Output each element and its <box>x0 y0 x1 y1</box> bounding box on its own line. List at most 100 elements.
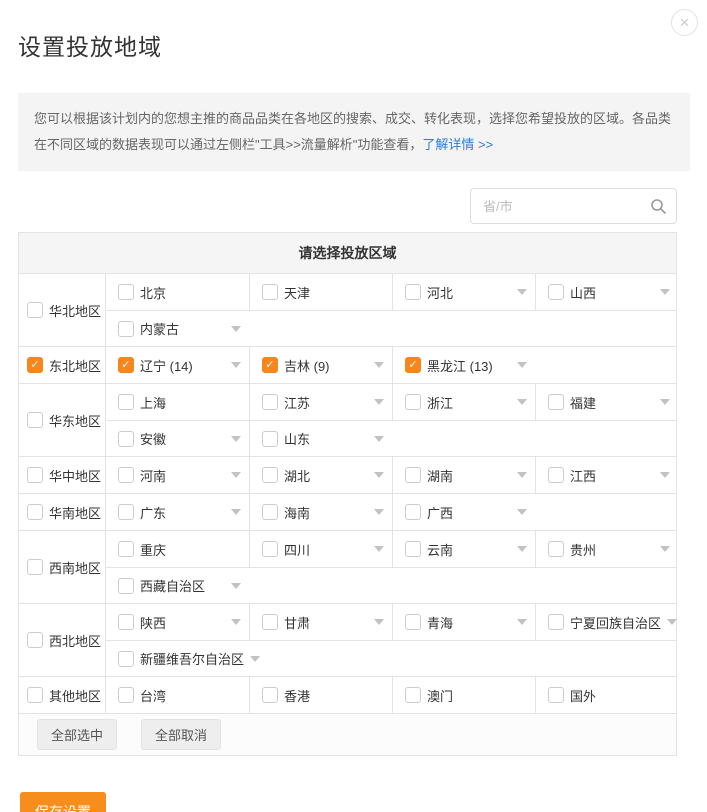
chevron-down-icon[interactable] <box>374 619 384 625</box>
province-checkbox[interactable]: ✓ <box>405 467 421 483</box>
province-cell: ✓ 广西 <box>392 494 535 530</box>
province-checkbox[interactable]: ✓ <box>262 504 278 520</box>
province-checkbox[interactable]: ✓ <box>118 687 134 703</box>
region-lines: ✓广东✓海南✓广西 <box>106 494 676 530</box>
province-checkbox[interactable]: ✓ <box>548 394 564 410</box>
province-checkbox[interactable]: ✓ <box>405 541 421 557</box>
chevron-down-icon[interactable] <box>374 436 384 442</box>
table-row: ✓东北地区✓辽宁 (14)✓吉林 (9)✓黑龙江 (13) <box>19 346 676 383</box>
province-label: 广西 <box>427 503 453 522</box>
province-checkbox[interactable]: ✓ <box>548 467 564 483</box>
chevron-down-icon[interactable] <box>660 289 670 295</box>
province-label: 湖北 <box>284 466 310 485</box>
province-checkbox[interactable]: ✓ <box>262 614 278 630</box>
chevron-down-icon[interactable] <box>517 619 527 625</box>
province-checkbox[interactable]: ✓ <box>118 614 134 630</box>
province-checkbox[interactable]: ✓ <box>262 357 278 373</box>
chevron-down-icon[interactable] <box>660 399 670 405</box>
chevron-down-icon[interactable] <box>374 362 384 368</box>
province-checkbox[interactable]: ✓ <box>262 541 278 557</box>
region-checkbox[interactable]: ✓ <box>27 559 43 575</box>
region-checkbox[interactable]: ✓ <box>27 632 43 648</box>
province-label: 陕西 <box>140 613 166 632</box>
chevron-down-icon[interactable] <box>660 472 670 478</box>
chevron-down-icon[interactable] <box>250 656 260 662</box>
chevron-down-icon[interactable] <box>517 399 527 405</box>
province-checkbox[interactable]: ✓ <box>405 687 421 703</box>
province-checkbox[interactable]: ✓ <box>262 687 278 703</box>
chevron-down-icon[interactable] <box>517 546 527 552</box>
province-checkbox[interactable]: ✓ <box>548 541 564 557</box>
province-label: 四川 <box>284 540 310 559</box>
cancel-all-button[interactable]: 全部取消 <box>141 719 221 750</box>
region-label: 西北地区 <box>49 631 101 650</box>
page-title: 设置投放地域 <box>18 28 689 62</box>
province-checkbox[interactable]: ✓ <box>118 284 134 300</box>
region-lines: ✓上海✓江苏✓浙江✓福建✓安徽✓山东 <box>106 384 676 456</box>
province-checkbox[interactable]: ✓ <box>118 321 134 337</box>
province-checkbox[interactable]: ✓ <box>548 614 564 630</box>
close-icon[interactable]: × <box>671 9 698 36</box>
chevron-down-icon[interactable] <box>517 509 527 515</box>
chevron-down-icon[interactable] <box>231 619 241 625</box>
chevron-down-icon[interactable] <box>374 472 384 478</box>
province-label: 黑龙江 (13) <box>427 356 493 375</box>
chevron-down-icon[interactable] <box>374 399 384 405</box>
province-checkbox[interactable]: ✓ <box>548 284 564 300</box>
region-checkbox[interactable]: ✓ <box>27 687 43 703</box>
province-checkbox[interactable]: ✓ <box>118 651 134 667</box>
province-checkbox[interactable]: ✓ <box>405 614 421 630</box>
province-checkbox[interactable]: ✓ <box>118 467 134 483</box>
region-line: ✓重庆✓四川✓云南✓贵州 <box>106 531 676 567</box>
province-checkbox[interactable]: ✓ <box>405 504 421 520</box>
chevron-down-icon[interactable] <box>231 509 241 515</box>
search-icon[interactable] <box>650 198 666 214</box>
province-checkbox[interactable]: ✓ <box>262 284 278 300</box>
chevron-down-icon[interactable] <box>231 326 241 332</box>
chevron-down-icon[interactable] <box>231 436 241 442</box>
select-all-button[interactable]: 全部选中 <box>37 719 117 750</box>
region-table-footer: 全部选中 全部取消 <box>19 713 676 755</box>
save-settings-button[interactable]: 保存设置 <box>20 792 106 812</box>
chevron-down-icon[interactable] <box>517 289 527 295</box>
region-checkbox[interactable]: ✓ <box>27 357 43 373</box>
region-checkbox[interactable]: ✓ <box>27 412 43 428</box>
province-checkbox[interactable]: ✓ <box>118 541 134 557</box>
province-cell: ✓湖南 <box>392 457 535 493</box>
chevron-down-icon[interactable] <box>667 619 676 625</box>
region-lines: ✓陕西✓甘肃✓青海✓宁夏回族自治区✓新疆维吾尔自治区 <box>106 604 676 676</box>
chevron-down-icon[interactable] <box>231 583 241 589</box>
province-cell: ✓ 四川 <box>249 531 392 567</box>
region-label: 华东地区 <box>49 411 101 430</box>
learn-more-link[interactable]: 了解详情 >> <box>422 137 493 152</box>
province-checkbox[interactable]: ✓ <box>118 431 134 447</box>
region-checkbox[interactable]: ✓ <box>27 467 43 483</box>
chevron-down-icon[interactable] <box>231 362 241 368</box>
province-checkbox[interactable]: ✓ <box>118 394 134 410</box>
region-checkbox[interactable]: ✓ <box>27 504 43 520</box>
province-checkbox[interactable]: ✓ <box>118 578 134 594</box>
chevron-down-icon[interactable] <box>517 472 527 478</box>
province-checkbox[interactable]: ✓ <box>118 357 134 373</box>
chevron-down-icon[interactable] <box>374 546 384 552</box>
region-label: 东北地区 <box>49 356 101 375</box>
province-checkbox[interactable]: ✓ <box>262 467 278 483</box>
chevron-down-icon[interactable] <box>660 546 670 552</box>
chevron-down-icon[interactable] <box>517 362 527 368</box>
province-checkbox[interactable]: ✓ <box>548 687 564 703</box>
region-label: 华北地区 <box>49 301 101 320</box>
region-label: 其他地区 <box>49 686 101 705</box>
chevron-down-icon[interactable] <box>231 472 241 478</box>
province-checkbox[interactable]: ✓ <box>405 357 421 373</box>
province-cell: ✓河南 <box>106 457 249 493</box>
province-checkbox[interactable]: ✓ <box>262 394 278 410</box>
region-checkbox[interactable]: ✓ <box>27 302 43 318</box>
province-checkbox[interactable]: ✓ <box>118 504 134 520</box>
province-cell: ✓江西 <box>535 457 676 493</box>
province-checkbox[interactable]: ✓ <box>405 394 421 410</box>
province-checkbox[interactable]: ✓ <box>405 284 421 300</box>
chevron-down-icon[interactable] <box>374 509 384 515</box>
search-input[interactable] <box>470 188 677 224</box>
province-checkbox[interactable]: ✓ <box>262 431 278 447</box>
province-label: 国外 <box>570 686 596 705</box>
